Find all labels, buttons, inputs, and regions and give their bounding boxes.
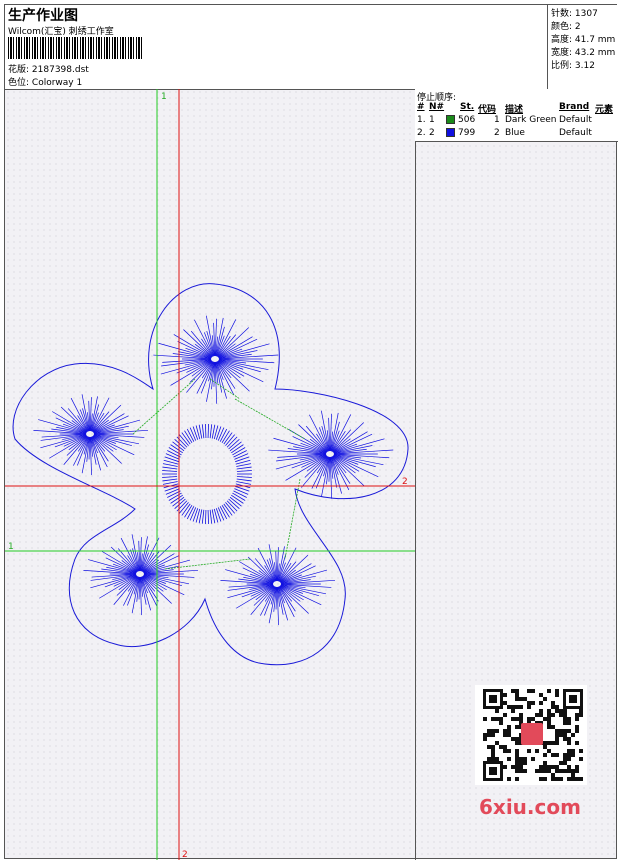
design-height: 高度: 41.7 mm (551, 35, 616, 45)
red-vertical-guide-label: 2 (182, 850, 188, 860)
row-stitches: 799 (458, 128, 476, 138)
row-index: 1. (417, 115, 426, 125)
col-header-needle: N# (429, 102, 445, 112)
stitch-burst (33, 394, 149, 476)
design-width: 宽度: 43.2 mm (551, 48, 616, 58)
design-stats: 针数: 1307 颜色: 2 高度: 41.7 mm 宽度: 43.2 mm 比… (547, 5, 619, 89)
outline-path (12, 283, 409, 666)
center-ring (162, 424, 252, 524)
row-index: 2. (417, 128, 426, 138)
stitch-count: 针数: 1307 (551, 9, 598, 19)
stitch-burst (83, 534, 199, 616)
page-title: 生产作业图 (8, 8, 78, 24)
stop-sequence-row[interactable]: 1. 1 506 1 Dark Green Default (415, 115, 618, 127)
header: 生产作业图 Wilcom(汇宝) 刺绣工作室 花版: 2187398.dst 色… (5, 5, 619, 90)
row-brand: Default (559, 115, 592, 125)
jump-stitch (284, 478, 301, 560)
stop-sequence-row[interactable]: 2. 2 799 2 Blue Default (415, 128, 618, 140)
embroidery-artwork: 1 2 1 2 (5, 89, 415, 860)
site-logo: 6xiu.com (479, 795, 581, 819)
design-canvas[interactable]: 1 2 1 2 (5, 89, 416, 860)
stitch-bursts (33, 315, 394, 626)
row-code: 1 (494, 115, 500, 125)
col-header-description: 描述 (505, 105, 524, 115)
color-swatch (446, 128, 455, 137)
col-header-stitches: St. (460, 102, 475, 112)
col-header-index: # (417, 102, 425, 112)
green-vertical-guide-label: 1 (161, 92, 167, 102)
stitch-burst (153, 315, 279, 404)
row-code: 2 (494, 128, 500, 138)
row-description: Blue (505, 128, 525, 138)
col-header-element: 元素 (595, 105, 614, 115)
colorway-label: 色位: (8, 78, 30, 88)
row-needle: 1 (429, 115, 435, 125)
col-header-code: 代码 (478, 105, 497, 115)
qr-code-image (475, 685, 587, 785)
design-file-name: 2187398.dst (31, 65, 89, 75)
jump-stitch (132, 378, 196, 435)
row-brand: Default (559, 128, 592, 138)
barcode (8, 37, 142, 59)
colorway: 色位: Colorway 1 (8, 75, 82, 88)
green-jump-stitches (132, 378, 306, 570)
design-scale: 比例: 3.12 (551, 61, 595, 71)
design-file: 花版: 2187398.dst (8, 62, 89, 75)
green-horizontal-guide-label: 1 (8, 542, 14, 552)
color-swatch (446, 115, 455, 124)
studio-name: Wilcom(汇宝) 刺绣工作室 (8, 27, 114, 37)
row-stitches: 506 (458, 115, 476, 125)
row-needle: 2 (429, 128, 435, 138)
jump-stitch (164, 558, 251, 570)
jump-stitch (209, 378, 241, 400)
colorway-name: Colorway 1 (31, 78, 83, 88)
flower-outline (12, 283, 409, 666)
red-horizontal-guide-label: 2 (402, 477, 408, 487)
design-file-label: 花版: (8, 65, 30, 75)
col-header-brand: Brand (559, 102, 590, 112)
stop-sequence-panel: 停止顺序: # N# St. 代码 描述 Brand 元素 1. 1 506 1… (415, 89, 618, 142)
row-description: Dark Green (505, 115, 557, 125)
qr-code[interactable] (475, 685, 587, 785)
production-sheet: 生产作业图 Wilcom(汇宝) 刺绣工作室 花版: 2187398.dst 色… (4, 4, 619, 860)
stitch-burst (220, 544, 336, 626)
color-count: 颜色: 2 (551, 22, 581, 32)
